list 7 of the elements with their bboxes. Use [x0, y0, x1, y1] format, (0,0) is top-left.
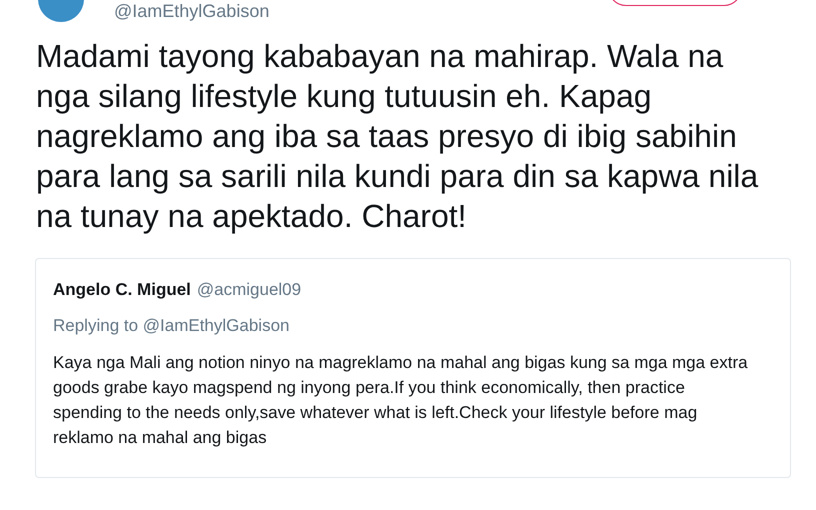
quoted-tweet-text: Kaya nga Mali ang notion ninyo na magreklamo na mahal ang bigas kung sa mga mga extra goods grabe kayo magspend ng inyong pera.If you think economically, then practice spending to the needs only,save whatever what is left.Check your lifestyle before mag reklamo na mahal ang bigas	[53, 352, 749, 449]
quoted-author-handle: @acmiguel09	[196, 279, 302, 301]
quoted-author-name: Angelo C. Miguel	[53, 279, 191, 301]
replying-to-text: Replying to @IamEthylGabison	[53, 314, 290, 336]
tweet-text: Madami tayong kababayan na mahirap. Wala na nga silang lifestyle kung tutuusin eh. Kapag nagreklamo ang iba sa taas presyo di ibig sabihin para lang sa sarili nila kundi para din sa kapwa nila na tunay na apektado. Charot!	[36, 37, 760, 236]
quoted-tweet-card[interactable]	[35, 258, 791, 478]
author-handle: @IamEthylGabison	[114, 1, 270, 21]
